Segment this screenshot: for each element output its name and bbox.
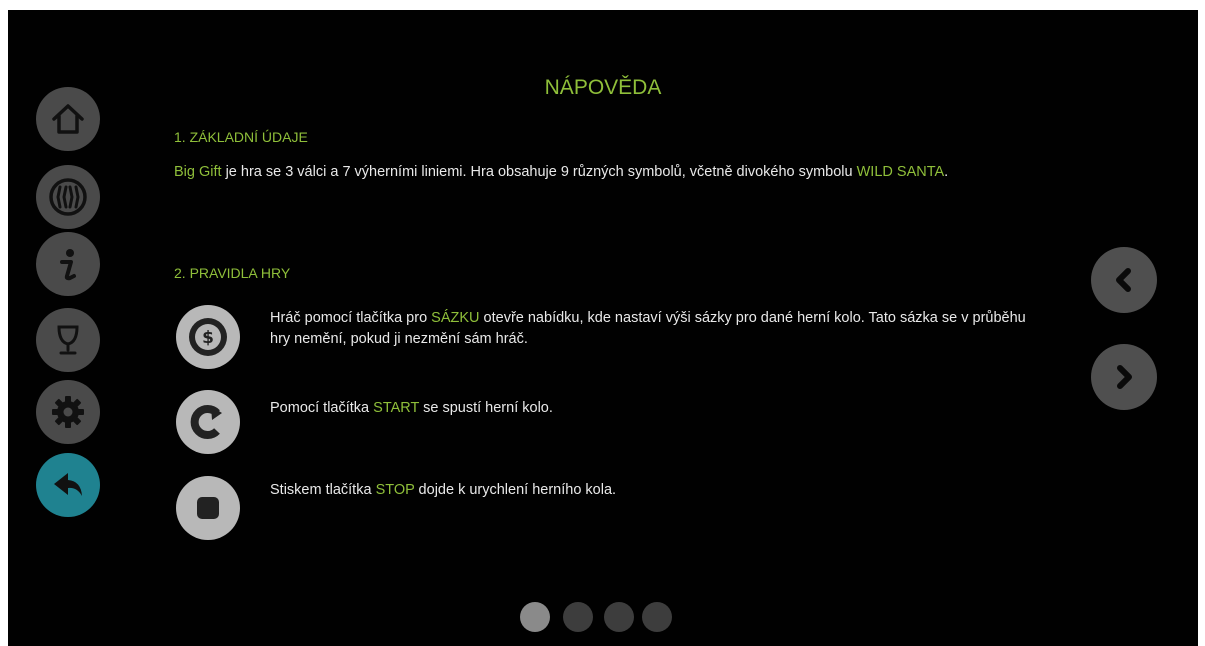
trophy-button[interactable] <box>36 308 100 372</box>
section-heading-rules: 2. PRAVIDLA HRY <box>174 265 291 281</box>
rule-text-stop-pre: Stiskem tlačítka <box>270 482 376 498</box>
keyword-bet: SÁZKU <box>431 310 480 326</box>
game-description: Big Gift je hra se 3 válci a 7 výherními… <box>174 162 1014 183</box>
page-title: NÁPOVĚDA <box>544 76 662 99</box>
rule-text-start: Pomocí tlačítka START se spustí herní ko… <box>270 398 1030 419</box>
wild-symbol-name: WILD SANTA <box>856 164 945 180</box>
home-icon <box>52 104 84 134</box>
svg-text:$: $ <box>202 328 214 348</box>
page-dot-4[interactable] <box>642 602 672 632</box>
keyword-start: START <box>373 400 420 416</box>
stop-icon <box>197 497 219 519</box>
page-dot-1[interactable] <box>520 602 550 632</box>
game-description-text: je hra se 3 válci a 7 výherními liniemi.… <box>221 164 857 180</box>
rule-text-start-pre: Pomocí tlačítka <box>270 400 374 416</box>
info-icon <box>60 249 76 281</box>
chevron-right-icon <box>1117 365 1132 389</box>
next-page-button[interactable] <box>1091 344 1157 410</box>
trophy-icon <box>57 325 79 355</box>
rule-icon-start <box>176 390 240 454</box>
keyword-stop: STOP <box>375 482 415 498</box>
rule-text-stop: Stiskem tlačítka STOP dojde k urychlení … <box>270 480 1030 501</box>
rule-text-bet-pre: Hráč pomocí tlačítka pro <box>270 310 432 326</box>
previous-page-button[interactable] <box>1091 247 1157 313</box>
rule-text-start-post: se spustí herní kolo. <box>419 400 553 416</box>
chevron-left-icon <box>1116 268 1131 292</box>
rule-icon-stop <box>176 476 240 540</box>
back-icon <box>54 473 82 496</box>
paylines-button[interactable] <box>36 165 100 229</box>
rule-icon-bet: $ <box>176 305 240 369</box>
settings-icon <box>52 396 84 428</box>
paylines-icon <box>49 178 87 216</box>
coin-bet-icon: $ <box>189 318 227 356</box>
rule-text-bet: Hráč pomocí tlačítka pro SÁZKU otevře na… <box>270 308 1030 350</box>
section-heading-basics: 1. ZÁKLADNÍ ÚDAJE <box>174 129 308 145</box>
game-help-screen: NÁPOVĚDA 1. ZÁKLADNÍ ÚDAJE Big Gift je h… <box>8 10 1198 646</box>
back-button[interactable] <box>36 453 100 517</box>
page-dot-2[interactable] <box>563 602 593 632</box>
page-dot-3[interactable] <box>604 602 634 632</box>
info-button[interactable] <box>36 232 100 296</box>
game-description-end: . <box>944 164 949 180</box>
settings-button[interactable] <box>36 380 100 444</box>
start-spin-icon <box>190 405 222 439</box>
game-name: Big Gift <box>174 164 222 180</box>
rule-text-stop-post: dojde k urychlení herního kola. <box>414 482 617 498</box>
